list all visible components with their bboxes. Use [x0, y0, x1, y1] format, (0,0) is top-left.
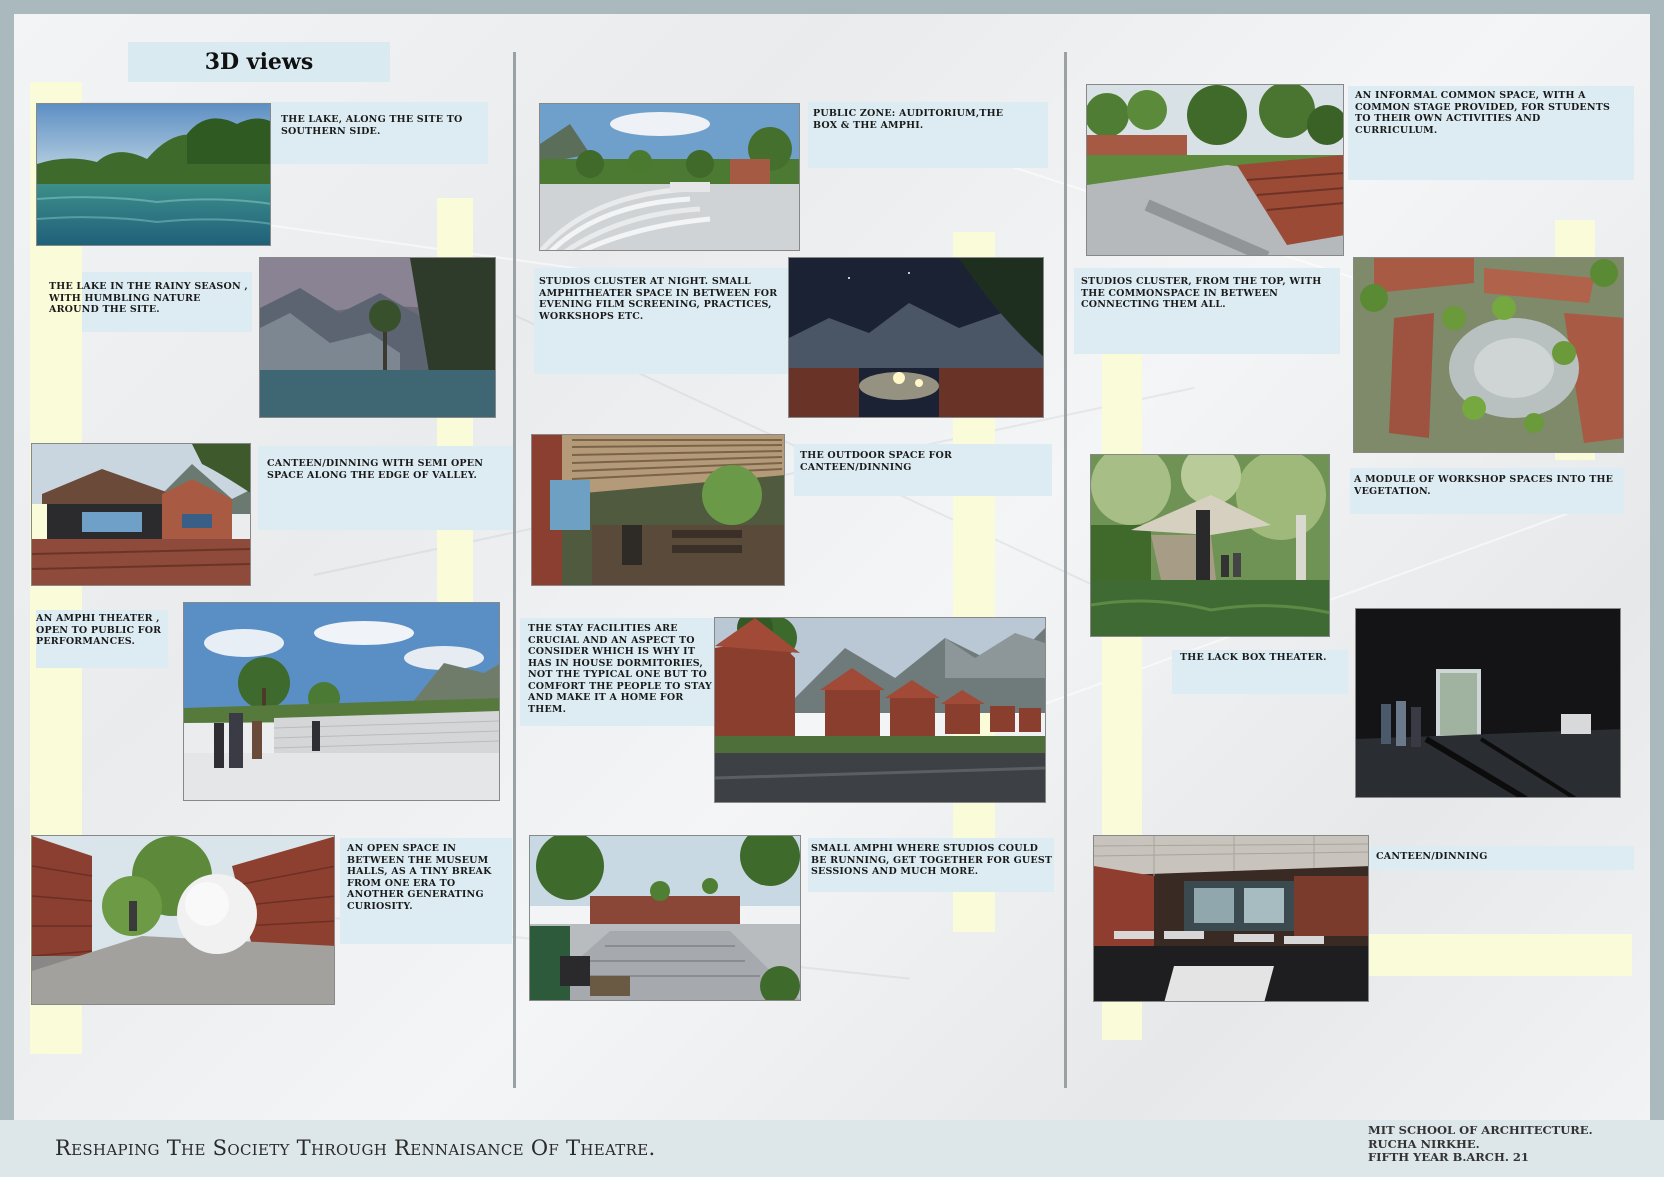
caption-canteen: CANTEEN/DINNING [1376, 851, 1488, 862]
caption-studios-night: STUDIOS CLUSTER AT NIGHT. SMALL AMPHITHE… [539, 276, 778, 322]
render-small-amphi [529, 835, 801, 1001]
caption-amphi-public: AN AMPHI THEATER , OPEN TO PUBLIC FOR PE… [36, 613, 162, 647]
render-common-space [1086, 84, 1344, 256]
render-lake [36, 103, 271, 246]
project-title: Reshaping The Society Through Rennaisanc… [55, 1136, 656, 1160]
section-heading: 3D views [128, 42, 390, 82]
yellow-strip [1348, 934, 1632, 976]
render-public-zone [539, 103, 800, 251]
credit-year: FIFTH YEAR B.ARCH. 21 [1368, 1150, 1529, 1164]
caption-studios-top: STUDIOS CLUSTER, FROM THE TOP, WITH THE … [1081, 276, 1322, 310]
credits: MIT SCHOOL OF ARCHITECTURE. RUCHA NIRKHE… [1368, 1123, 1593, 1165]
caption-stay: THE STAY FACILITIES ARE CRUCIAL AND AN A… [528, 623, 713, 715]
caption-common-space: AN INFORMAL COMMON SPACE, WITH A COMMON … [1355, 90, 1611, 136]
caption-workshop: A MODULE OF WORKSHOP SPACES INTO THE VEG… [1354, 474, 1614, 497]
column-divider [513, 52, 516, 1088]
caption-museum: AN OPEN SPACE IN BETWEEN THE MUSEUM HALL… [347, 843, 492, 912]
column-divider [1064, 52, 1067, 1088]
render-museum-open-space [31, 835, 335, 1005]
caption-canteen-valley: CANTEEN/DINNING WITH SEMI OPEN SPACE ALO… [267, 458, 484, 481]
render-studios-top [1353, 257, 1624, 453]
heading-text: 3D views [204, 49, 314, 75]
credit-school: MIT SCHOOL OF ARCHITECTURE. [1368, 1123, 1593, 1137]
caption-black-box: THE LACK BOX THEATER. [1180, 652, 1327, 663]
render-lake-rain [259, 257, 496, 418]
caption-public-zone: PUBLIC ZONE: AUDITORIUM,THE BOX & THE AM… [813, 108, 1004, 131]
render-workshop-module [1090, 454, 1330, 637]
render-outdoor-canteen [531, 434, 785, 586]
credit-author: RUCHA NIRKHE. [1368, 1136, 1480, 1151]
render-canteen-interior [1093, 835, 1369, 1002]
caption-lake-rain: THE LAKE IN THE RAINY SEASON , WITH HUMB… [49, 281, 248, 315]
caption-lake: THE LAKE, ALONG THE SITE TO SOUTHERN SID… [281, 114, 463, 137]
render-black-box-theater [1355, 608, 1621, 798]
render-stay-dormitories [714, 617, 1046, 803]
render-canteen-valley [31, 443, 251, 586]
caption-outdoor-canteen: THE OUTDOOR SPACE FOR CANTEEN/DINNING [800, 450, 953, 473]
caption-small-amphi: SMALL AMPHI WHERE STUDIOS COULD BE RUNNI… [811, 843, 1053, 877]
render-studios-night [788, 257, 1044, 418]
render-amphi-public [183, 602, 500, 801]
